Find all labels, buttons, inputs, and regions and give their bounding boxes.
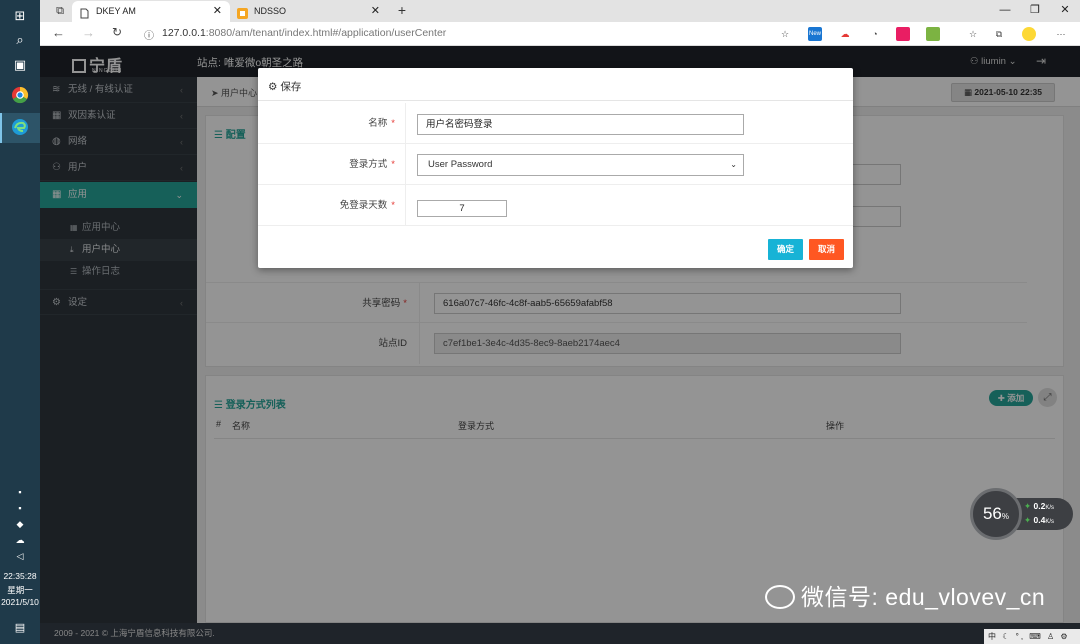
required-mark: *	[391, 159, 395, 170]
url-host: 127.0.0.1	[162, 27, 206, 39]
method-select[interactable]: User Password ⌄	[417, 154, 744, 176]
method-row: 登录方式 * User Password ⌄	[258, 144, 853, 185]
days-row: 免登录天数 * 7	[258, 185, 853, 226]
collections-icon[interactable]: ⧉	[992, 27, 1006, 41]
dialog-title: ⚙ 保存	[268, 79, 301, 94]
extension-new-icon[interactable]: New	[808, 27, 822, 41]
tray-weekday[interactable]: 星期一	[0, 584, 40, 596]
favorites-icon[interactable]: ☆	[966, 27, 980, 41]
edge-icon[interactable]	[10, 118, 30, 138]
arrow-down-icon: ✦	[1024, 515, 1032, 525]
new-tab-icon[interactable]: +	[392, 0, 412, 20]
extension-pink-icon[interactable]	[896, 27, 910, 41]
download-speed: ✦ 0.4K/s	[1024, 515, 1054, 526]
notification-icon[interactable]: ▤	[10, 618, 30, 638]
name-row: 名称 * 用户名密码登录	[258, 103, 853, 144]
tab-ndsso[interactable]: NDSSO ✕	[230, 1, 388, 22]
minimize-icon[interactable]: —	[990, 0, 1020, 20]
tray-date[interactable]: 2021/5/10	[0, 597, 40, 607]
tray-volume-icon[interactable]: ◁	[10, 546, 30, 566]
url-path: :8080/am/tenant/index.html#/application/…	[205, 27, 447, 39]
download-value: 0.4	[1033, 515, 1046, 525]
more-icon[interactable]: ···	[1054, 27, 1068, 41]
name-input[interactable]: 用户名密码登录	[417, 114, 744, 135]
method-value: User Password	[428, 159, 493, 170]
tab-bar: ⧉ DKEY AM ✕ NDSSO ✕ + — ❐ ✕	[40, 0, 1080, 22]
tab-actions-icon[interactable]: ⧉	[50, 1, 70, 21]
required-mark: *	[391, 200, 395, 211]
chrome-icon[interactable]	[10, 86, 30, 106]
confirm-button[interactable]: 确定	[768, 239, 803, 260]
cpu-usage-ring: 56%	[970, 488, 1022, 540]
method-label: 登录方式 *	[258, 144, 406, 185]
ndsso-favicon-icon	[237, 6, 248, 19]
windows-start-icon[interactable]: ⊞	[10, 6, 30, 26]
windows-taskbar: ⊞ ⌕ ▣ ▪ ▪ ◆ ☁ ◁ 22:35:28 星期一 2021/5/10 ▤	[0, 0, 40, 644]
network-speed-widget[interactable]: ✦ 0.2K/s ✦ 0.4K/s 56%	[970, 488, 1074, 540]
upload-unit: K/s	[1045, 505, 1054, 511]
ime-mode: 中	[988, 632, 998, 641]
label-text: 名称	[368, 118, 388, 129]
wechat-icon	[765, 585, 795, 609]
upload-speed: ✦ 0.2K/s	[1024, 501, 1054, 512]
close-tab-icon[interactable]: ✕	[371, 1, 380, 21]
tab-label: DKEY AM	[96, 6, 136, 16]
url-field[interactable]: 127.0.0.1:8080/am/tenant/index.html#/app…	[162, 27, 446, 39]
cpu-percent: 56	[982, 504, 1002, 523]
back-icon[interactable]: ←	[52, 25, 65, 40]
required-mark: *	[391, 118, 395, 129]
upload-value: 0.2	[1033, 501, 1046, 511]
chevron-down-icon: ⌄	[730, 160, 737, 169]
window-close-icon[interactable]: ✕	[1050, 0, 1080, 20]
task-view-icon[interactable]: ▣	[10, 55, 30, 75]
info-icon[interactable]: ⓘ	[144, 27, 154, 42]
days-input[interactable]: 7	[417, 200, 507, 217]
dialog-header: ⚙ 保存	[258, 68, 853, 101]
name-label: 名称 *	[258, 103, 406, 144]
download-unit: K/s	[1045, 519, 1054, 525]
profile-avatar[interactable]	[1022, 27, 1036, 41]
gears-icon: ⚙	[268, 81, 278, 93]
tab-label: NDSSO	[254, 6, 287, 16]
cancel-button[interactable]: 取消	[809, 239, 844, 260]
close-tab-icon[interactable]: ✕	[213, 1, 222, 21]
tray-time[interactable]: 22:35:28	[0, 571, 40, 581]
cloud-extension-icon[interactable]: ☁	[838, 27, 852, 41]
days-label: 免登录天数 *	[258, 185, 406, 226]
restore-icon[interactable]: ❐	[1020, 0, 1050, 20]
favorite-star-icon[interactable]: ☆	[778, 27, 792, 41]
refresh-icon[interactable]: ↻	[112, 25, 122, 39]
label-text: 登录方式	[349, 159, 388, 170]
arrow-up-icon: ✦	[1024, 501, 1032, 511]
wechat-watermark: 微信号: edu_vlovev_cn	[765, 578, 1045, 612]
cpu-percent-unit: %	[1001, 512, 1010, 521]
browser-window: ⧉ DKEY AM ✕ NDSSO ✕ + — ❐ ✕ ← → ↻ ⓘ 127.…	[40, 0, 1080, 644]
label-text: 免登录天数	[339, 200, 388, 211]
search-icon[interactable]: ⌕	[10, 30, 30, 50]
extension-green-icon[interactable]	[926, 27, 940, 41]
save-dialog: ⚙ 保存 名称 * 用户名密码登录 登录方式 * User Password ⌄ 免登…	[258, 68, 853, 268]
speedometer-icon[interactable]: ◔	[868, 27, 882, 41]
ime-toolbar[interactable]: 中 ☾ °, ⌨ ♙ ⚙	[984, 629, 1080, 644]
watermark-text: 微信号: edu_vlovev_cn	[801, 584, 1046, 610]
dialog-title-text: 保存	[280, 81, 302, 93]
address-bar: ← → ↻ ⓘ 127.0.0.1:8080/am/tenant/index.h…	[40, 22, 1080, 46]
tab-dkey-am[interactable]: DKEY AM ✕	[72, 1, 230, 22]
page-icon	[79, 6, 90, 19]
footer: 2009 - 2021 © 上海宁盾信息科技有限公司.	[40, 623, 1080, 644]
forward-icon: →	[82, 25, 95, 40]
